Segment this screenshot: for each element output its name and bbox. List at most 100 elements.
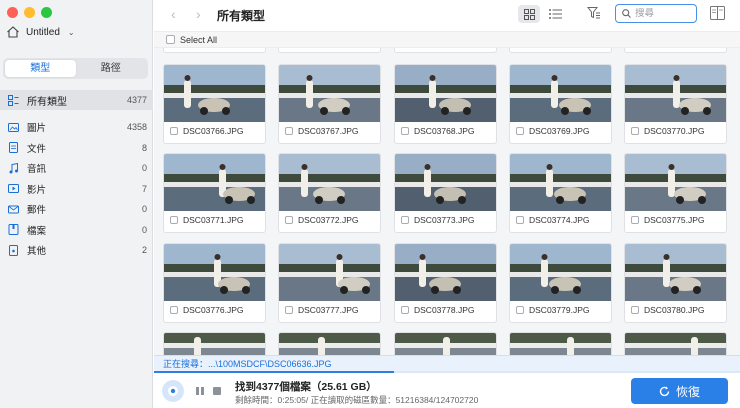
file-checkbox[interactable] <box>285 127 293 135</box>
file-checkbox[interactable] <box>516 127 524 135</box>
file-name-row: DSC03767.JPG <box>285 126 358 136</box>
file-card[interactable]: DSC03766.JPG <box>163 64 266 144</box>
file-card[interactable]: DSC03769.JPG <box>509 64 612 144</box>
file-card[interactable]: DSC03767.JPG <box>278 64 381 144</box>
select-all-checkbox[interactable] <box>166 35 175 44</box>
file-card-partial[interactable] <box>509 48 612 53</box>
sidebar-item-mail[interactable]: 郵件 0 <box>0 199 153 219</box>
file-card[interactable]: DSC03771.JPG <box>163 153 266 233</box>
file-grid: DSC03766.JPG DSC03767.JPG DSC03768.JPG DSC0… <box>154 48 740 355</box>
tab-path[interactable]: 路徑 <box>76 60 147 77</box>
file-card-partial[interactable] <box>278 332 381 355</box>
sidebar-item-audio[interactable]: 音訊 0 <box>0 158 153 178</box>
file-card-partial[interactable] <box>163 48 266 53</box>
file-card-partial[interactable] <box>624 332 727 355</box>
current-path-text: 正在搜尋：...\100MSDCF\DSC06636.JPG <box>163 359 332 369</box>
file-checkbox[interactable] <box>285 216 293 224</box>
sidebar-item-label: 郵件 <box>27 205 47 216</box>
grid-icon <box>523 8 535 20</box>
file-name: DSC03780.JPG <box>644 305 705 315</box>
chevron-down-icon: ⌄ <box>67 27 75 37</box>
sidebar-item-archive[interactable]: 檔案 0 <box>0 220 153 240</box>
tab-type[interactable]: 類型 <box>5 60 76 77</box>
file-card[interactable]: DSC03770.JPG <box>624 64 727 144</box>
file-card-partial[interactable] <box>278 48 381 53</box>
file-card[interactable]: DSC03779.JPG <box>509 243 612 323</box>
file-card[interactable]: DSC03768.JPG <box>394 64 497 144</box>
recover-button[interactable]: 恢復 <box>631 378 728 404</box>
zoom-window-button[interactable] <box>41 7 52 18</box>
file-checkbox[interactable] <box>401 306 409 314</box>
project-selector[interactable]: Untitled ⌄ <box>6 24 75 40</box>
file-card-partial[interactable] <box>509 332 612 355</box>
photo-thumbnail <box>395 333 496 355</box>
search-icon <box>622 9 631 18</box>
window-controls <box>7 7 52 18</box>
list-view-button[interactable] <box>547 6 563 22</box>
photo-thumbnail <box>279 333 380 355</box>
photo-thumbnail <box>510 333 611 355</box>
file-card-partial[interactable] <box>624 48 727 53</box>
file-card-partial[interactable] <box>163 332 266 355</box>
file-checkbox[interactable] <box>516 216 524 224</box>
pause-button[interactable] <box>196 387 204 395</box>
file-type-list: 所有類型 4377 圖片 4358 文件 8 音訊 0 影片 7 郵件 0 檔案… <box>0 90 153 261</box>
file-card[interactable]: DSC03777.JPG <box>278 243 381 323</box>
archive-icon <box>8 224 19 235</box>
file-name: DSC03773.JPG <box>414 215 475 225</box>
photo-thumbnail <box>395 65 496 122</box>
file-card[interactable]: DSC03775.JPG <box>624 153 727 233</box>
file-name-row: DSC03766.JPG <box>170 126 243 136</box>
photo-thumbnail <box>625 333 726 355</box>
photo-thumbnail <box>164 154 265 211</box>
grid-view-button[interactable] <box>518 5 540 23</box>
file-card[interactable]: DSC03774.JPG <box>509 153 612 233</box>
search-input[interactable] <box>635 8 691 19</box>
file-name: DSC03767.JPG <box>298 126 359 136</box>
preview-panel-button[interactable] <box>710 5 725 21</box>
file-checkbox[interactable] <box>285 306 293 314</box>
file-name-row: DSC03780.JPG <box>631 305 704 315</box>
file-card[interactable]: DSC03776.JPG <box>163 243 266 323</box>
file-card[interactable]: DSC03778.JPG <box>394 243 497 323</box>
file-checkbox[interactable] <box>170 306 178 314</box>
sidebar-item-documents[interactable]: 文件 8 <box>0 138 153 158</box>
file-checkbox[interactable] <box>516 306 524 314</box>
back-button[interactable]: ‹ <box>171 6 176 22</box>
sidebar-item-other[interactable]: 其他 2 <box>0 240 153 260</box>
file-card[interactable]: DSC03772.JPG <box>278 153 381 233</box>
file-checkbox[interactable] <box>170 216 178 224</box>
list-icon <box>548 9 562 19</box>
file-checkbox[interactable] <box>631 216 639 224</box>
photo-thumbnail <box>395 244 496 301</box>
video-icon <box>8 183 19 194</box>
forward-button[interactable]: › <box>196 6 201 22</box>
file-checkbox[interactable] <box>170 127 178 135</box>
sidebar-item-video[interactable]: 影片 7 <box>0 179 153 199</box>
sidebar-item-images[interactable]: 圖片 4358 <box>0 117 153 137</box>
file-card[interactable]: DSC03773.JPG <box>394 153 497 233</box>
minimize-window-button[interactable] <box>24 7 35 18</box>
sidebar-item-count: 7 <box>141 183 147 194</box>
file-checkbox[interactable] <box>401 127 409 135</box>
file-checkbox[interactable] <box>401 216 409 224</box>
photo-thumbnail <box>625 154 726 211</box>
sidebar-item-all-types[interactable]: 所有類型 4377 <box>0 90 153 110</box>
file-name: DSC03769.JPG <box>529 126 590 136</box>
file-card-partial[interactable] <box>394 48 497 53</box>
photo-thumbnail <box>279 154 380 211</box>
stop-button[interactable] <box>213 387 221 395</box>
file-card-partial[interactable] <box>394 332 497 355</box>
file-checkbox[interactable] <box>631 127 639 135</box>
close-window-button[interactable] <box>7 7 18 18</box>
page-title: 所有類型 <box>217 9 266 23</box>
filter-button[interactable] <box>586 6 603 22</box>
project-name: Untitled <box>26 26 60 38</box>
search-box[interactable] <box>615 4 697 23</box>
file-checkbox[interactable] <box>631 306 639 314</box>
bottom-bar: 找到4377個檔案（25.61 GB） 剩餘時間：0:25:05/ 正在讀取的磁… <box>154 373 740 408</box>
file-name: DSC03779.JPG <box>529 305 590 315</box>
file-card[interactable]: DSC03780.JPG <box>624 243 727 323</box>
sidebar-item-label: 所有類型 <box>27 96 67 108</box>
image-icon <box>8 122 19 133</box>
